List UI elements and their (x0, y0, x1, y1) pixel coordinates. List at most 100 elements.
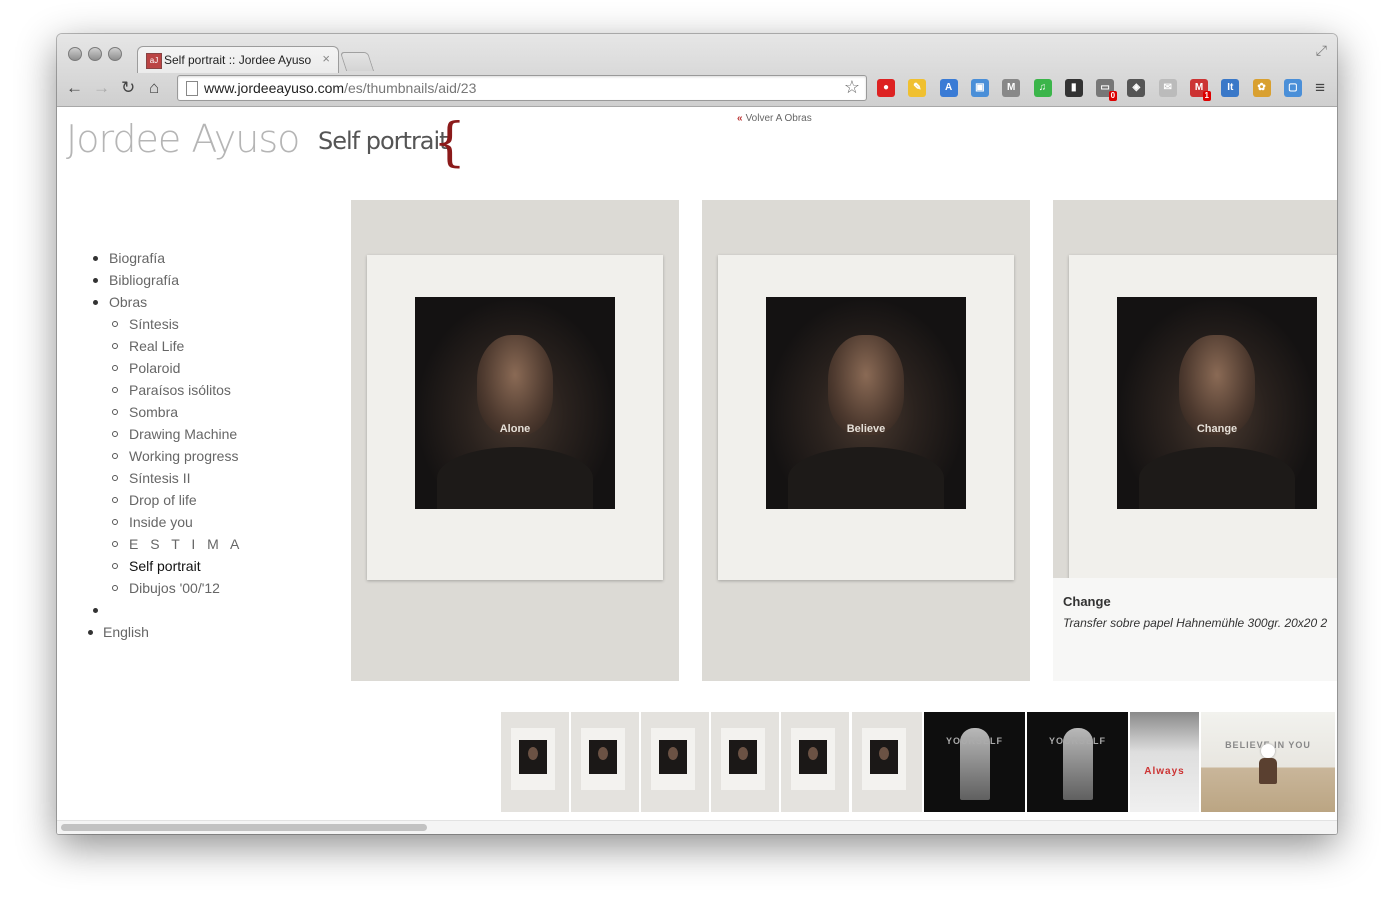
thumb-photo (870, 740, 898, 774)
artwork-label: Alone (499, 423, 531, 435)
browser-tab[interactable]: aJ Self portrait :: Jordee Ayuso × (137, 46, 339, 73)
nav-item[interactable]: Síntesis II (89, 467, 243, 489)
favicon-icon: aJ (146, 53, 162, 69)
url-host: www.jordeeayuso.com (204, 80, 345, 96)
notification-badge: 1 (1202, 91, 1211, 101)
page-content: Jordee Ayuso Self portrait { «Volver A O… (57, 107, 1337, 834)
menu-icon[interactable]: ≡ (1315, 78, 1325, 98)
nav-item[interactable]: Real Life (89, 335, 243, 357)
address-bar[interactable]: www.jordeeayuso.com/es/thumbnails/aid/23… (177, 75, 867, 101)
thumbnail[interactable] (711, 712, 779, 812)
nav-item[interactable]: Dibujos '00/'12 (89, 577, 243, 599)
it-icon[interactable]: It (1221, 79, 1240, 97)
double-chevron-left-icon: « (737, 113, 743, 124)
thumbnail[interactable] (781, 712, 849, 812)
portrait-shoulders (788, 447, 944, 509)
artwork-label: Believe (846, 423, 886, 435)
horizontal-scrollbar[interactable] (57, 820, 1337, 834)
artwork-paper: Believe (718, 255, 1014, 580)
brace-decoration: { (433, 113, 467, 173)
tab-close-icon[interactable]: × (322, 51, 330, 66)
thumbnail[interactable]: YOURSELF (1027, 712, 1128, 812)
thumbnail[interactable]: YOURSELF (924, 712, 1025, 812)
bar-icon[interactable]: ▭ 0 (1096, 79, 1118, 101)
thumbnail[interactable] (641, 712, 709, 812)
notification-badge: 0 (1108, 91, 1118, 101)
thumbnail[interactable] (852, 712, 922, 812)
caption-description: Transfer sobre papel Hahnemühle 300gr. 2… (1063, 616, 1328, 630)
nav-item[interactable]: Drawing Machine (89, 423, 243, 445)
note-icon[interactable]: ✎ (908, 79, 927, 97)
evernote-icon[interactable]: ◈ (1127, 79, 1146, 97)
thumbnail[interactable] (501, 712, 569, 812)
thumb-paper (721, 728, 765, 790)
artwork-panel[interactable]: Believe (702, 200, 1030, 681)
spotify-icon[interactable]: ♫ (1033, 79, 1052, 97)
back-to-works-link[interactable]: «Volver A Obras (737, 113, 812, 124)
nav-item[interactable]: Obras (89, 291, 243, 313)
forward-arrow-icon[interactable]: → (93, 78, 110, 98)
url-text: www.jordeeayuso.com/es/thumbnails/aid/23 (204, 80, 476, 96)
portrait-face (477, 335, 553, 435)
page-icon (186, 81, 198, 96)
close-window-button[interactable] (68, 47, 82, 61)
screen-icon[interactable]: ▣ (970, 79, 989, 97)
nav-item[interactable]: English (87, 621, 243, 643)
thumb-face (598, 747, 608, 760)
thumb-paper (791, 728, 835, 790)
thumbnail[interactable] (571, 712, 639, 812)
browser-window: aJ Self portrait :: Jordee Ayuso × ⤢ ← →… (57, 34, 1337, 834)
nav-item[interactable]: Bibliografía (89, 269, 243, 291)
reload-icon[interactable]: ↻ (121, 78, 135, 98)
artwork-caption: Change Transfer sobre papel Hahnemühle 30… (1053, 578, 1337, 681)
translate-icon[interactable]: A (939, 79, 958, 97)
artwork-panel[interactable]: Change Change Transfer sobre papel Hahnemü… (1053, 200, 1337, 681)
bookmark-star-icon[interactable]: ☆ (844, 77, 860, 98)
tab-title: Self portrait :: Jordee Ayuso (164, 53, 312, 67)
portrait-face (828, 335, 904, 435)
nav-item[interactable]: Working progress (89, 445, 243, 467)
nav-item[interactable]: Paraísos isólitos (89, 379, 243, 401)
site-title[interactable]: Jordee Ayuso (66, 117, 300, 161)
nav-item[interactable]: Sombra (89, 401, 243, 423)
thumbnail[interactable]: BELIEVE IN YOU (1201, 712, 1335, 812)
portrait-face (1179, 335, 1255, 435)
nav-item[interactable]: Self portrait (89, 555, 243, 577)
thumb-paper (581, 728, 625, 790)
zoom-window-button[interactable] (108, 47, 122, 61)
nav-item[interactable]: Polaroid (89, 357, 243, 379)
window-icon[interactable]: ▢ (1283, 79, 1302, 97)
scrollbar-thumb[interactable] (61, 824, 427, 831)
thumb-label: Always (1144, 766, 1185, 777)
gmail-grey-icon[interactable]: ✉ (1158, 79, 1177, 97)
home-icon[interactable]: ⌂ (149, 78, 159, 98)
artwork-label: Change (1196, 423, 1238, 435)
artwork-photo: Change (1117, 297, 1317, 509)
nav-list: Biografía Bibliografía Obras Síntesis Real L… (87, 247, 243, 643)
gmail-icon[interactable]: M1 (1190, 79, 1211, 101)
phone-icon[interactable]: ▮ (1064, 79, 1083, 97)
artwork-photo: Alone (415, 297, 615, 509)
mail-icon[interactable]: M (1002, 79, 1021, 97)
nav-item[interactable]: E S T I M A (89, 533, 243, 555)
back-arrow-icon[interactable]: ← (66, 78, 83, 98)
artwork-panel[interactable]: Alone (351, 200, 679, 681)
nav-item[interactable]: Inside you (89, 511, 243, 533)
minimize-window-button[interactable] (88, 47, 102, 61)
thumb-figure (1259, 758, 1277, 784)
nav-item[interactable]: Drop of life (89, 489, 243, 511)
thumb-face (528, 747, 538, 760)
stop-icon[interactable]: ● (877, 79, 895, 97)
nav-item[interactable]: Síntesis (89, 313, 243, 335)
basket-icon[interactable]: ✿ (1252, 79, 1271, 97)
caption-title: Change (1063, 594, 1111, 609)
nav-item[interactable]: Biografía (89, 247, 243, 269)
thumb-face (668, 747, 678, 760)
artwork-paper: Change (1069, 255, 1337, 580)
portrait-shoulders (1139, 447, 1295, 509)
thumb-photo (589, 740, 617, 774)
fullscreen-icon[interactable]: ⤢ (1316, 42, 1327, 59)
thumb-label: YOURSELF (1048, 736, 1106, 746)
new-tab-button[interactable] (339, 52, 375, 71)
thumbnail[interactable]: Always (1130, 712, 1199, 812)
